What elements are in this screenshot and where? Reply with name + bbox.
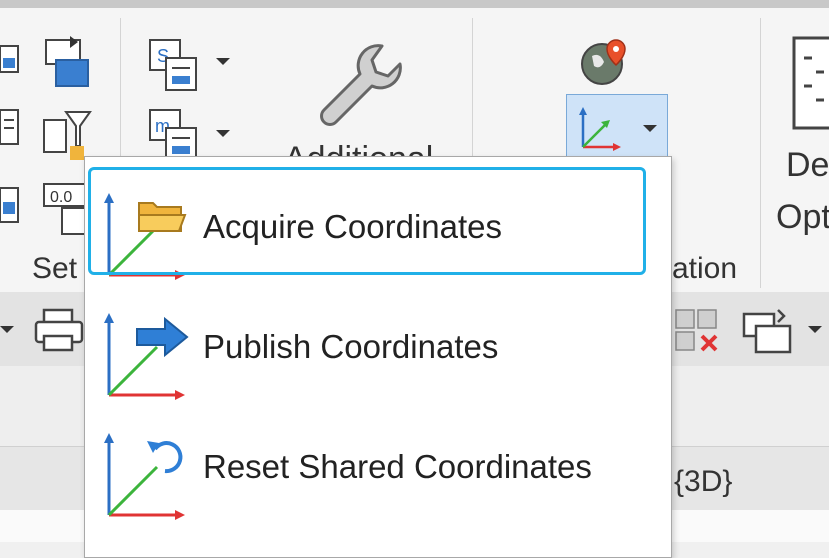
design-options-icon[interactable] <box>790 36 829 132</box>
reset-coordinates-icon <box>104 433 185 520</box>
location-panel-label: ation <box>672 252 738 285</box>
transfer-standards-icon[interactable] <box>40 32 94 92</box>
window-top-border <box>0 0 829 8</box>
menu-item-label: Publish Coordinates <box>203 328 499 365</box>
menu-item-publish-coordinates[interactable]: Publish Coordinates <box>85 287 671 407</box>
settings-small-icon-1[interactable] <box>0 32 24 92</box>
design-options-label-2[interactable]: Opt <box>776 198 829 237</box>
settings-small-icon-2[interactable] <box>0 104 24 164</box>
menu-item-reset-shared-coordinates[interactable]: Reset Shared Coordinates <box>85 407 671 527</box>
publish-coordinates-icon <box>104 313 189 400</box>
location-icon[interactable] <box>578 36 632 90</box>
setup-panel-label: Set <box>32 252 78 285</box>
design-options-label-1[interactable]: De <box>786 146 829 185</box>
settings-small-icon-3[interactable] <box>0 178 24 238</box>
shared-parameters-icon[interactable]: S <box>146 38 200 94</box>
coordinates-dropdown-button[interactable] <box>566 94 668 158</box>
chevron-down-icon[interactable] <box>216 58 230 65</box>
chevron-down-icon[interactable] <box>808 326 822 333</box>
menu-item-highlight-outline <box>88 167 646 275</box>
coordinates-icon <box>579 107 621 151</box>
chevron-down-icon[interactable] <box>216 130 230 137</box>
close-inactive-views-icon[interactable] <box>672 306 724 356</box>
view-tab-3d[interactable]: {3D} <box>674 465 732 499</box>
print-icon[interactable] <box>34 308 84 354</box>
menu-item-label: Reset Shared Coordinates <box>203 448 592 485</box>
panel-divider <box>760 18 761 288</box>
switch-windows-icon[interactable] <box>740 306 796 356</box>
wrench-icon[interactable] <box>312 38 408 126</box>
chevron-down-icon[interactable] <box>0 326 14 333</box>
svg-text:0.0: 0.0 <box>50 189 72 206</box>
chevron-down-icon <box>643 125 657 132</box>
